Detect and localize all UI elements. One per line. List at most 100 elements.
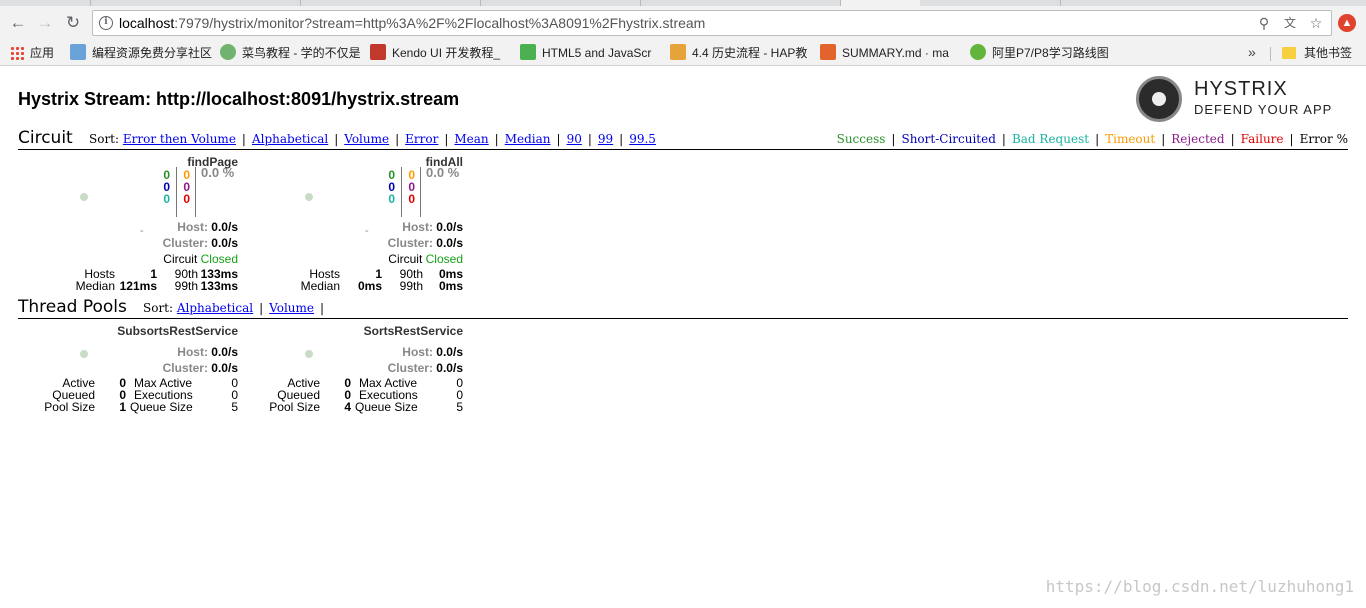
- watermark: https://blog.csdn.net/luzhuhong1: [1045, 577, 1354, 596]
- host-label: Host:: [402, 220, 433, 234]
- p99-value: 133ms: [200, 279, 238, 293]
- thread-pool-card-subsorts[interactable]: SubsortsRestService Host: 0.0/s Cluster:…: [18, 324, 238, 416]
- pool-health-dot: [80, 350, 88, 358]
- url-host: localhost: [119, 15, 175, 31]
- legend-short-circuited: Short-Circuited: [901, 132, 996, 146]
- bookmark-label: 应用: [30, 46, 55, 60]
- bookmark-label: SUMMARY.md · ma: [842, 46, 949, 60]
- error-percentage: 0.0 %: [426, 165, 460, 180]
- circuit-health-dot: [305, 193, 313, 201]
- pool-size-value: 4: [344, 400, 351, 414]
- host-rate-row: Host: 0.0/s: [402, 220, 463, 234]
- address-bar[interactable]: i localhost:7979/hystrix/monitor?stream=…: [92, 10, 1332, 36]
- host-label: Host:: [402, 345, 433, 359]
- sort-error-then-volume-link[interactable]: Error then Volume: [123, 132, 236, 146]
- error-percentage: 0.0 %: [201, 165, 235, 180]
- host-rate: 0.0/s: [436, 220, 463, 234]
- circuit-heading: Circuit: [18, 128, 73, 148]
- back-arrow-icon[interactable]: ←: [7, 12, 29, 34]
- bookmarks-bar: 应用 编程资源免费分享社区 菜鸟教程 - 学的不仅是 Kendo UI 开发教程…: [0, 40, 1366, 66]
- thread-pools-header: Thread Pools Sort: Alphabetical | Volume |: [18, 297, 1348, 319]
- count-divider: [401, 167, 402, 217]
- host-label: Host:: [177, 345, 208, 359]
- forward-arrow-icon[interactable]: →: [34, 12, 56, 34]
- star-bookmark-icon[interactable]: ☆: [1307, 14, 1325, 32]
- info-icon[interactable]: i: [99, 16, 113, 30]
- extension-icon[interactable]: ▲: [1338, 14, 1356, 32]
- bookmark-item[interactable]: 4.4 历史流程 - HAP教: [670, 44, 807, 62]
- hystrix-logo: HYSTRIX DEFEND YOUR APP: [1134, 72, 1354, 124]
- circuit-legend: Success | Short-Circuited | Bad Request | Time…: [836, 132, 1348, 146]
- circuit-card-findall[interactable]: findAll 0 0 0 0 0 0 0.0 % - Host: 0.0/s …: [243, 155, 463, 295]
- median-value: 121ms: [119, 279, 157, 293]
- bookmark-item[interactable]: SUMMARY.md · ma: [820, 44, 949, 62]
- cluster-rate-row: Cluster: 0.0/s: [163, 361, 238, 375]
- pool-size-value: 1: [119, 400, 126, 414]
- circuit-sort-bar: Sort: Error then Volume | Alphabetical | Vol…: [89, 132, 656, 146]
- bookmark-label: 编程资源免费分享社区: [92, 46, 213, 60]
- queue-size-label: Queue Size: [355, 400, 418, 414]
- bookmark-favicon-icon: [670, 44, 686, 60]
- cluster-rate: 0.0/s: [211, 236, 238, 250]
- reload-icon[interactable]: ↻: [62, 12, 84, 34]
- bookmark-item[interactable]: HTML5 and JavaScr: [520, 44, 651, 62]
- sort-median-link[interactable]: Median: [505, 132, 551, 146]
- legend-failure: Failure: [1240, 132, 1284, 146]
- other-bookmarks-folder[interactable]: 其他书签: [1282, 44, 1352, 62]
- bookmarks-overflow-button[interactable]: »: [1248, 44, 1256, 60]
- page-title: Hystrix Stream: http://localhost:8091/hy…: [18, 89, 460, 109]
- cluster-rate-row: Cluster: 0.0/s: [388, 361, 463, 375]
- legend-error-percent: Error %: [1299, 132, 1348, 146]
- circuit-label: Circuit: [388, 252, 423, 266]
- sort-error-link[interactable]: Error: [405, 132, 438, 146]
- host-rate-row: Host: 0.0/s: [402, 345, 463, 359]
- bookmark-favicon-icon: [70, 44, 86, 60]
- bookmark-label: Kendo UI 开发教程_: [392, 46, 501, 60]
- pool-health-dot: [305, 350, 313, 358]
- pool-sort-volume-link[interactable]: Volume: [269, 301, 314, 315]
- bookmark-item[interactable]: Kendo UI 开发教程_: [370, 44, 500, 62]
- median-value: 0ms: [357, 279, 382, 293]
- cluster-rate: 0.0/s: [436, 236, 463, 250]
- thread-pool-card-sorts[interactable]: SortsRestService Host: 0.0/s Cluster: 0.…: [243, 324, 463, 416]
- failure-count: 0: [408, 192, 415, 206]
- address-url[interactable]: localhost:7979/hystrix/monitor?stream=ht…: [119, 15, 705, 31]
- host-rate-row: Host: 0.0/s: [177, 345, 238, 359]
- bookmark-apps[interactable]: 应用: [10, 44, 54, 62]
- sparkline-placeholder: -: [140, 225, 144, 237]
- sort-90-link[interactable]: 90: [567, 132, 582, 146]
- sort-99-5-link[interactable]: 99.5: [629, 132, 656, 146]
- gitlab-favicon-icon: [820, 44, 836, 60]
- bookmarks-divider: [1270, 47, 1271, 61]
- p99-value: 0ms: [438, 279, 463, 293]
- bookmark-item[interactable]: 编程资源免费分享社区: [70, 44, 212, 62]
- sort-alphabetical-link[interactable]: Alphabetical: [252, 132, 328, 146]
- circuit-card-findpage[interactable]: findPage 0 0 0 0 0 0 0.0 % - Host: 0.0/s…: [18, 155, 238, 295]
- pool-sort-alphabetical-link[interactable]: Alphabetical: [177, 301, 253, 315]
- count-divider: [420, 167, 421, 217]
- bookmark-item[interactable]: 菜鸟教程 - 学的不仅是: [220, 44, 361, 62]
- host-rate: 0.0/s: [436, 345, 463, 359]
- median-label: Median: [75, 279, 115, 293]
- sort-mean-link[interactable]: Mean: [454, 132, 488, 146]
- cluster-rate: 0.0/s: [436, 361, 463, 375]
- host-label: Host:: [177, 220, 208, 234]
- count-divider: [195, 167, 196, 217]
- bookmark-favicon-icon: [520, 44, 536, 60]
- queue-size-value: 5: [231, 400, 238, 414]
- cluster-rate-row: Cluster: 0.0/s: [388, 236, 463, 250]
- circuit-health-dot: [80, 193, 88, 201]
- zoom-icon[interactable]: ⚲: [1255, 14, 1273, 32]
- sort-label: Sort:: [143, 301, 174, 315]
- folder-icon: [1282, 47, 1296, 59]
- url-path: :7979/hystrix/monitor?stream=http%3A%2F%…: [174, 15, 706, 31]
- count-divider: [176, 167, 177, 217]
- logo-name: HYSTRIX: [1194, 78, 1288, 100]
- sort-99-link[interactable]: 99: [598, 132, 613, 146]
- hystrix-logo-icon: [1136, 76, 1182, 122]
- translate-icon[interactable]: 文: [1281, 14, 1299, 32]
- legend-bad-request: Bad Request: [1011, 132, 1090, 146]
- bookmark-label: HTML5 and JavaScr: [542, 46, 652, 60]
- bookmark-item[interactable]: 阿里P7/P8学习路线图: [970, 44, 1109, 62]
- sort-volume-link[interactable]: Volume: [344, 132, 389, 146]
